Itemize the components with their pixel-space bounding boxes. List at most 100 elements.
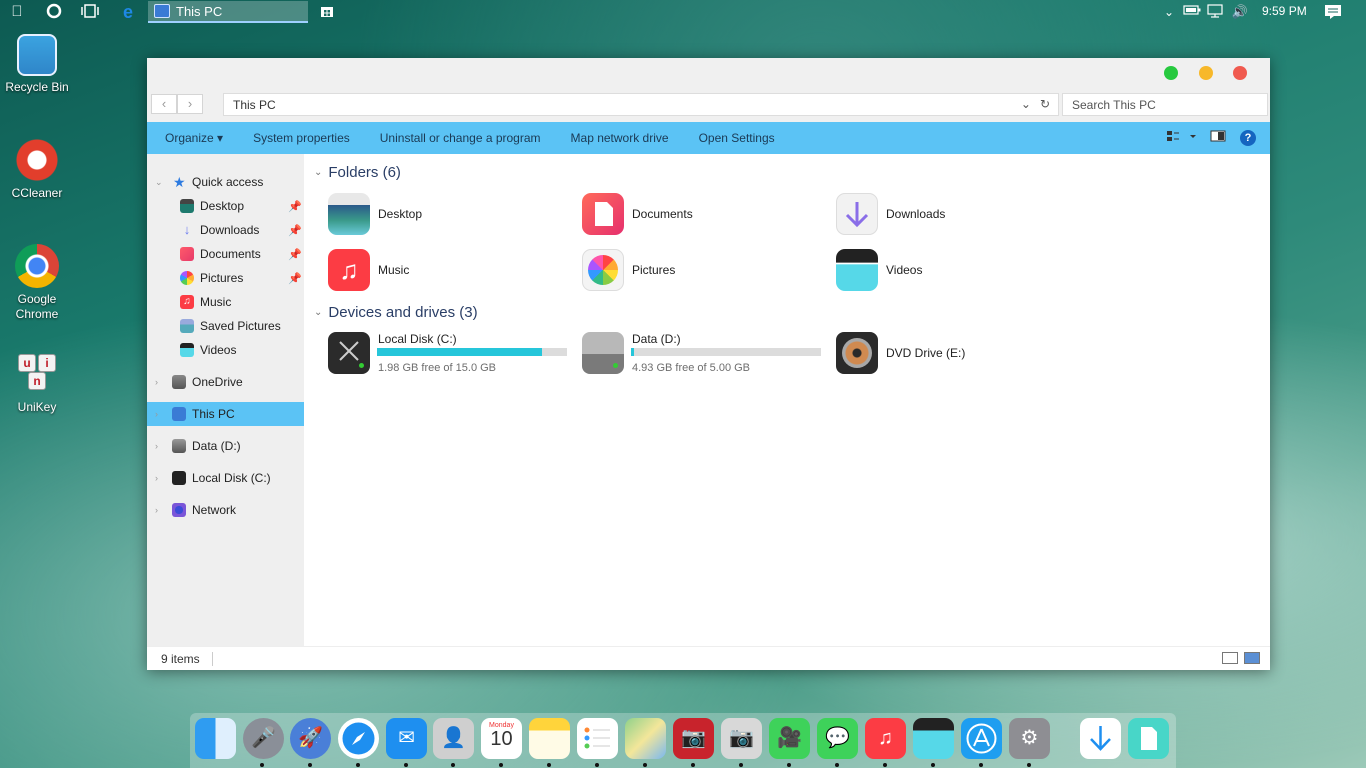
folder-tile-music[interactable]: ♫ Music — [328, 248, 568, 292]
chevron-right-icon[interactable]: › — [155, 473, 158, 483]
facetime-icon[interactable]: 🎥 — [769, 718, 810, 759]
clips-icon[interactable] — [913, 718, 954, 759]
forward-button[interactable]: › — [177, 94, 203, 114]
folder-tile-videos[interactable]: Videos — [836, 248, 1076, 292]
view-options-icon[interactable] — [1166, 129, 1196, 146]
calendar-icon[interactable]: Monday 10 — [481, 718, 522, 759]
chevron-right-icon[interactable]: › — [155, 409, 158, 419]
app-store-icon[interactable] — [961, 718, 1002, 759]
onedrive-icon — [172, 375, 186, 389]
store-icon[interactable] — [318, 3, 336, 21]
title-bar[interactable] — [147, 58, 1270, 90]
nav-quick-access[interactable]: ⌄ ★ Quick access — [147, 170, 304, 194]
chevron-right-icon[interactable]: › — [155, 377, 158, 387]
edge-icon[interactable]: e — [119, 3, 137, 21]
music-note-icon: ♫ — [180, 295, 194, 309]
nav-local-c[interactable]: › Local Disk (C:) — [147, 466, 304, 490]
desktop-icon-ccleaner[interactable]: CCleaner — [4, 138, 70, 201]
details-view-icon[interactable] — [1222, 652, 1238, 664]
cortana-icon[interactable] — [45, 3, 63, 21]
files-icon[interactable] — [1128, 718, 1169, 759]
nav-qa-saved-pictures[interactable]: Saved Pictures — [147, 314, 304, 338]
nav-network[interactable]: › Network — [147, 498, 304, 522]
taskbar-this-pc[interactable]: This PC — [148, 1, 308, 23]
preview-pane-icon[interactable] — [1210, 129, 1226, 146]
downloads-icon[interactable] — [1080, 718, 1121, 759]
system-properties-button[interactable]: System properties — [238, 131, 365, 145]
camera-icon[interactable]: 📷 — [721, 718, 762, 759]
finder-icon[interactable] — [195, 718, 236, 759]
system-drive-icon — [172, 471, 186, 485]
chevron-down-icon[interactable]: ⌄ — [314, 307, 322, 318]
maximize-button[interactable] — [1164, 66, 1178, 80]
search-input[interactable]: Search This PC — [1062, 93, 1268, 116]
action-center-icon[interactable] — [1324, 3, 1342, 21]
chevron-right-icon[interactable]: › — [155, 441, 158, 451]
clock[interactable]: 9:59 PM — [1262, 4, 1307, 18]
nav-qa-pictures[interactable]: Pictures 📌 — [147, 266, 304, 290]
maps-icon[interactable] — [625, 718, 666, 759]
drive-usage-bar — [631, 348, 821, 356]
messages-icon[interactable]: 💬 — [817, 718, 858, 759]
launchpad-icon[interactable]: 🚀 — [290, 718, 331, 759]
help-icon[interactable]: ? — [1240, 129, 1256, 146]
battery-icon[interactable] — [1183, 3, 1201, 21]
pin-icon[interactable]: 📌 — [288, 248, 302, 261]
safari-icon[interactable] — [338, 718, 379, 759]
drive-tile-dvd-e[interactable]: DVD Drive (E:) — [836, 332, 1076, 376]
map-network-drive-button[interactable]: Map network drive — [556, 131, 684, 145]
nav-qa-music[interactable]: ♫ Music — [147, 290, 304, 314]
photo-booth-icon[interactable]: 📷 — [673, 718, 714, 759]
organize-button[interactable]: Organize ▾ — [147, 131, 238, 145]
pin-icon[interactable]: 📌 — [288, 272, 302, 285]
notes-icon[interactable] — [529, 718, 570, 759]
task-view-icon[interactable] — [81, 3, 99, 21]
nav-qa-videos[interactable]: Videos — [147, 338, 304, 362]
chevron-down-icon[interactable]: ⌄ — [1021, 97, 1031, 111]
refresh-icon[interactable]: ↻ — [1040, 97, 1050, 111]
nav-qa-downloads[interactable]: ↓ Downloads 📌 — [147, 218, 304, 242]
folder-tile-downloads[interactable]: Downloads — [836, 192, 1076, 236]
open-settings-button[interactable]: Open Settings — [684, 131, 790, 145]
apple-icon[interactable]:  — [8, 3, 26, 21]
music-icon[interactable]: ♫ — [865, 718, 906, 759]
nav-label: OneDrive — [192, 375, 243, 389]
settings-icon[interactable]: ⚙ — [1009, 718, 1050, 759]
devices-group-header[interactable]: ⌄ Devices and drives (3) — [314, 304, 478, 321]
chevron-down-icon[interactable]: ⌄ — [155, 177, 163, 188]
this-pc-icon — [172, 407, 186, 421]
chevron-up-icon[interactable]: ⌄ — [1160, 3, 1178, 21]
siri-icon[interactable]: 🎤 — [243, 718, 284, 759]
nav-label: Videos — [200, 343, 237, 357]
folder-tile-desktop[interactable]: Desktop — [328, 192, 568, 236]
folder-tile-pictures[interactable]: Pictures — [582, 248, 822, 292]
mail-icon[interactable]: ✉ — [386, 718, 427, 759]
close-button[interactable] — [1233, 66, 1247, 80]
drive-usage-fill — [631, 348, 634, 356]
desktop-icon-unikey[interactable]: u i n UniKey — [4, 352, 70, 415]
folder-tile-documents[interactable]: Documents — [582, 192, 822, 236]
drive-tile-local-c[interactable]: Local Disk (C:) 1.98 GB free of 15.0 GB — [328, 332, 568, 376]
address-field[interactable]: This PC ⌄ ↻ — [223, 93, 1059, 116]
pin-icon[interactable]: 📌 — [288, 224, 302, 237]
nav-data-d[interactable]: › Data (D:) — [147, 434, 304, 458]
back-button[interactable]: ‹ — [151, 94, 177, 114]
nav-qa-documents[interactable]: Documents 📌 — [147, 242, 304, 266]
chevron-right-icon[interactable]: › — [155, 505, 158, 515]
network-icon[interactable] — [1207, 3, 1225, 21]
uninstall-program-button[interactable]: Uninstall or change a program — [365, 131, 556, 145]
minimize-button[interactable] — [1199, 66, 1213, 80]
address-text: This PC — [233, 97, 276, 112]
desktop-icon-recycle-bin[interactable]: Recycle Bin — [4, 34, 70, 95]
running-indicator — [643, 763, 647, 767]
pin-icon[interactable]: 📌 — [288, 200, 302, 213]
contacts-icon[interactable]: 👤 — [433, 718, 474, 759]
nav-onedrive[interactable]: › OneDrive — [147, 370, 304, 394]
reminders-icon[interactable] — [577, 718, 618, 759]
volume-icon[interactable]: 🔊 — [1231, 3, 1249, 21]
desktop-icon-chrome[interactable]: Google Chrome — [4, 244, 70, 322]
large-icons-view-icon[interactable] — [1244, 652, 1260, 664]
drive-tile-data-d[interactable]: Data (D:) 4.93 GB free of 5.00 GB — [582, 332, 822, 376]
nav-qa-desktop[interactable]: Desktop 📌 — [147, 194, 304, 218]
nav-this-pc[interactable]: › This PC — [147, 402, 304, 426]
